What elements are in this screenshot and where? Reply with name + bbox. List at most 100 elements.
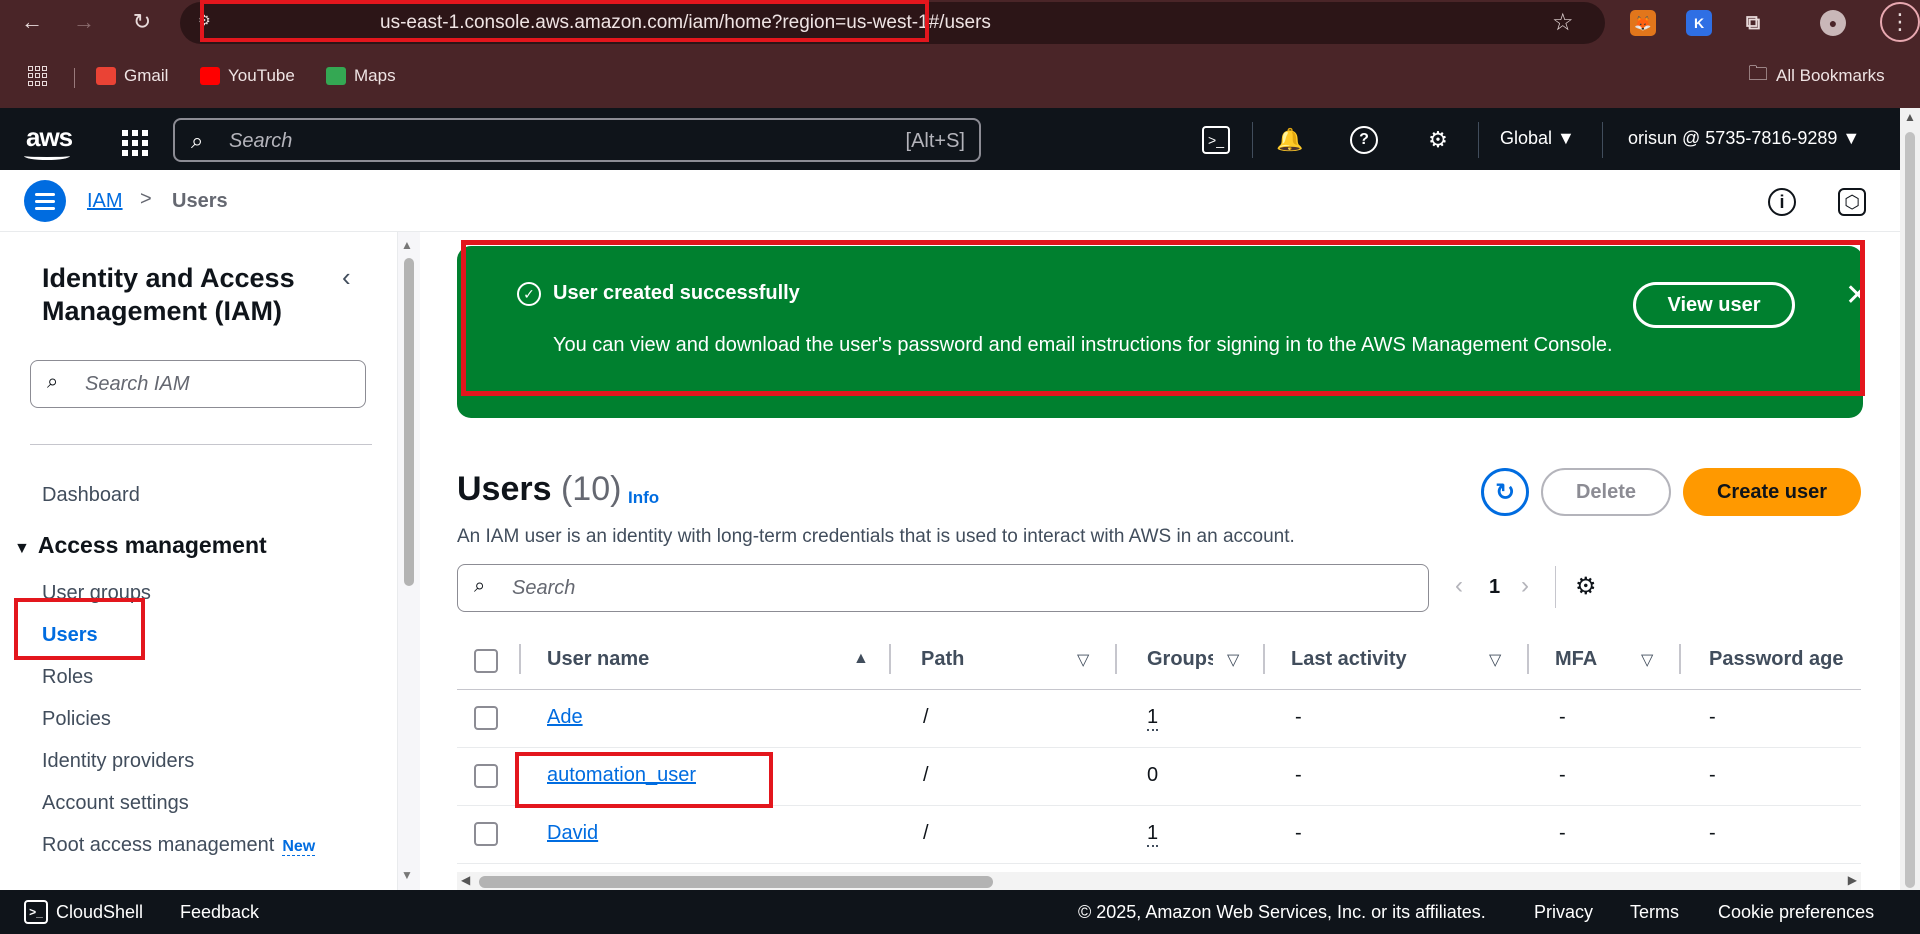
column-divider[interactable] bbox=[1679, 644, 1681, 674]
cloudshell-link[interactable]: CloudShell bbox=[56, 902, 143, 923]
column-header-user-name[interactable]: User name bbox=[547, 648, 649, 671]
sidebar-item-root-access-management[interactable]: Root access management New bbox=[42, 834, 316, 857]
user-path: / bbox=[923, 764, 929, 786]
delete-button[interactable]: Delete bbox=[1541, 468, 1671, 516]
users-search-input[interactable]: ⌕ Search bbox=[457, 564, 1429, 612]
info-link[interactable]: Info bbox=[628, 488, 659, 508]
browser-menu-icon[interactable]: ⋮ bbox=[1880, 2, 1920, 42]
user-name-link[interactable]: David bbox=[547, 822, 598, 845]
all-bookmarks[interactable]: 🗀 All Bookmarks bbox=[1748, 62, 1885, 90]
scroll-right-arrow-icon[interactable]: ▶ bbox=[1848, 873, 1857, 887]
column-divider[interactable] bbox=[1115, 644, 1117, 674]
refresh-button[interactable]: ↻ bbox=[1481, 468, 1529, 516]
users-annotation-box bbox=[14, 598, 145, 660]
row-checkbox[interactable] bbox=[474, 764, 498, 788]
nav-menu-button[interactable] bbox=[24, 180, 66, 222]
sidebar-search-input[interactable]: ⌕ Search IAM bbox=[30, 360, 366, 408]
sort-icon[interactable]: ▽ bbox=[1227, 650, 1239, 670]
extensions-puzzle-icon[interactable]: ⧉ bbox=[1740, 10, 1766, 36]
page-scrollbar[interactable]: ▲ bbox=[1900, 108, 1920, 890]
chevron-left-icon[interactable]: ‹ bbox=[1455, 572, 1463, 600]
table-preferences-gear-icon[interactable]: ⚙ bbox=[1575, 572, 1597, 601]
console-footer: >_ CloudShell Feedback © 2025, Amazon We… bbox=[0, 890, 1920, 934]
column-header-mfa[interactable]: MFA bbox=[1555, 648, 1597, 671]
console-search-input[interactable]: ⌕ Search [Alt+S] bbox=[173, 118, 981, 162]
sort-icon[interactable]: ▽ bbox=[1641, 650, 1653, 670]
account-menu[interactable]: orisun @ 5735-7816-9289 ▼ bbox=[1628, 128, 1860, 149]
column-header-password-age[interactable]: Password age bbox=[1709, 648, 1844, 671]
header-divider bbox=[1478, 122, 1479, 158]
scroll-up-arrow-icon[interactable]: ▲ bbox=[1904, 110, 1916, 124]
sort-ascending-icon[interactable]: ▲ bbox=[853, 650, 869, 668]
services-menu-icon[interactable] bbox=[122, 130, 148, 156]
aws-logo[interactable]: aws bbox=[26, 122, 73, 153]
back-icon[interactable]: ← bbox=[18, 8, 46, 36]
sidebar-item-identity-providers[interactable]: Identity providers bbox=[42, 750, 194, 773]
user-password-age: - bbox=[1709, 822, 1716, 844]
horizontal-scrollbar-thumb[interactable] bbox=[479, 876, 993, 888]
search-icon: ⌕ bbox=[474, 575, 486, 597]
column-divider[interactable] bbox=[889, 644, 891, 674]
all-bookmarks-label: All Bookmarks bbox=[1776, 66, 1885, 85]
create-user-button[interactable]: Create user bbox=[1683, 468, 1861, 516]
aws-logo-smile bbox=[24, 152, 70, 160]
sidebar-item-account-settings[interactable]: Account settings bbox=[42, 792, 189, 815]
user-groups-count[interactable]: 1 bbox=[1147, 706, 1159, 731]
sidebar-scrollbar-thumb[interactable] bbox=[404, 258, 414, 586]
breadcrumb-iam-link[interactable]: IAM bbox=[87, 190, 123, 213]
terms-link[interactable]: Terms bbox=[1630, 902, 1679, 923]
row-checkbox[interactable] bbox=[474, 706, 498, 730]
chevron-right-icon: > bbox=[140, 188, 152, 210]
region-selector[interactable]: Global ▼ bbox=[1500, 128, 1575, 149]
collapse-sidebar-icon[interactable]: ‹ bbox=[342, 262, 351, 293]
column-header-path[interactable]: Path bbox=[921, 648, 964, 671]
column-divider[interactable] bbox=[1527, 644, 1529, 674]
cookie-preferences-link[interactable]: Cookie preferences bbox=[1718, 902, 1874, 923]
metamask-extension-icon[interactable]: 🦊 bbox=[1630, 10, 1656, 36]
search-shortcut-hint: [Alt+S] bbox=[905, 130, 965, 152]
k-extension-icon[interactable]: K bbox=[1686, 10, 1712, 36]
user-groups-count[interactable]: 1 bbox=[1147, 822, 1159, 847]
scroll-down-arrow-icon[interactable]: ▼ bbox=[401, 868, 413, 882]
feedback-link[interactable]: Feedback bbox=[180, 902, 259, 923]
bookmark-label: Gmail bbox=[124, 66, 169, 85]
notifications-bell-icon[interactable]: 🔔 bbox=[1276, 126, 1304, 154]
table-horizontal-scrollbar[interactable]: ◀ ▶ bbox=[457, 872, 1861, 890]
column-header-last-activity[interactable]: Last activity bbox=[1291, 648, 1407, 671]
bookmark-gmail[interactable]: Gmail bbox=[96, 62, 168, 90]
sort-icon[interactable]: ▽ bbox=[1489, 650, 1501, 670]
sidebar-section-access-management[interactable]: ▼ Access management bbox=[14, 532, 267, 559]
page-number[interactable]: 1 bbox=[1489, 576, 1500, 599]
scroll-up-arrow-icon[interactable]: ▲ bbox=[401, 238, 413, 252]
column-divider[interactable] bbox=[1263, 644, 1265, 674]
sidebar-item-policies[interactable]: Policies bbox=[42, 708, 111, 731]
column-header-groups[interactable]: Groups bbox=[1147, 648, 1213, 671]
scroll-left-arrow-icon[interactable]: ◀ bbox=[461, 873, 470, 887]
bookmark-youtube[interactable]: YouTube bbox=[200, 62, 295, 90]
chevron-right-icon[interactable]: › bbox=[1521, 572, 1529, 600]
settings-gear-icon[interactable]: ⚙ bbox=[1424, 126, 1452, 154]
select-all-checkbox[interactable] bbox=[474, 649, 498, 673]
reload-icon[interactable]: ↻ bbox=[128, 8, 156, 36]
sidebar-item-dashboard[interactable]: Dashboard bbox=[42, 484, 140, 507]
sidebar: Identity and Access Management (IAM) ‹ ⌕… bbox=[0, 232, 398, 890]
cloudshell-icon[interactable]: >_ bbox=[24, 900, 48, 924]
privacy-link[interactable]: Privacy bbox=[1534, 902, 1593, 923]
forward-icon[interactable]: → bbox=[70, 8, 98, 36]
user-name-link[interactable]: Ade bbox=[547, 706, 583, 729]
page-title: Users (10) bbox=[457, 470, 621, 509]
profile-avatar[interactable]: ● bbox=[1820, 10, 1846, 36]
page-scrollbar-thumb[interactable] bbox=[1905, 132, 1915, 888]
row-checkbox[interactable] bbox=[474, 822, 498, 846]
notifications-hexagon-icon[interactable]: ⬡ bbox=[1838, 188, 1866, 216]
info-icon[interactable]: i bbox=[1768, 188, 1796, 216]
sort-icon[interactable]: ▽ bbox=[1077, 650, 1089, 670]
cloudshell-icon[interactable]: >_ bbox=[1202, 126, 1230, 154]
main-content: ✓ User created successfully You can view… bbox=[421, 232, 1900, 890]
sidebar-divider bbox=[30, 444, 372, 445]
bookmark-maps[interactable]: Maps bbox=[326, 62, 396, 90]
bookmark-star-icon[interactable]: ☆ bbox=[1552, 8, 1574, 37]
help-icon[interactable]: ? bbox=[1350, 126, 1378, 154]
sidebar-item-roles[interactable]: Roles bbox=[42, 666, 93, 689]
apps-grid-icon[interactable] bbox=[28, 66, 48, 86]
